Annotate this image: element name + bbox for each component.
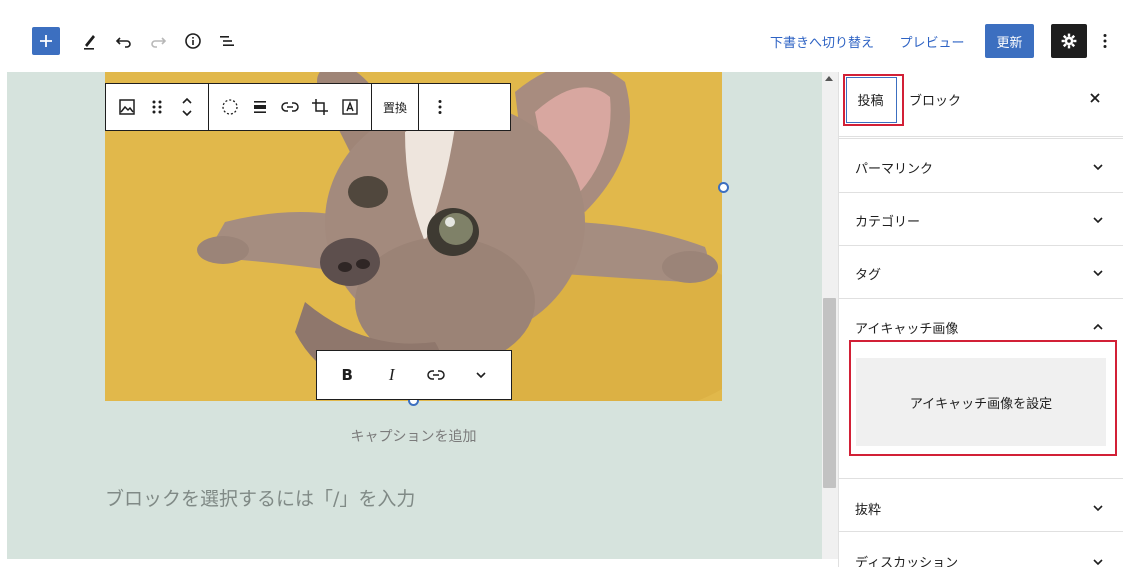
panel-divider (839, 136, 1123, 137)
panel-permalink[interactable]: パーマリンク (839, 138, 1123, 192)
block-type-button[interactable] (112, 84, 142, 130)
panel-excerpt-title: 抜粋 (855, 503, 882, 518)
crop-button[interactable] (305, 84, 335, 130)
caption-input[interactable]: キャプションを追加 (105, 426, 722, 446)
chevron-up-down-icon (182, 97, 192, 117)
settings-button[interactable] (1051, 24, 1087, 58)
chevron-down-icon (1093, 505, 1103, 512)
chevron-down-icon (1093, 270, 1103, 277)
duotone-button[interactable] (215, 84, 245, 130)
editor-header: 下書きへ切り替え プレビュー 更新 (0, 0, 1123, 72)
chevron-down-icon (1093, 217, 1103, 224)
set-featured-image-button[interactable]: アイキャッチ画像を設定 (856, 358, 1106, 446)
caption-format-toolbar: B I (316, 350, 512, 400)
panel-excerpt[interactable]: 抜粋 (839, 478, 1123, 531)
dashed-circle-icon (222, 99, 238, 115)
scroll-thumb[interactable] (823, 298, 836, 488)
close-sidebar-button[interactable] (1085, 86, 1105, 110)
scroll-up-arrow[interactable] (825, 76, 833, 81)
update-button[interactable]: 更新 (985, 24, 1034, 58)
caption-link-button[interactable] (418, 355, 454, 395)
vertical-ellipsis-icon (1103, 34, 1107, 48)
tab-post[interactable]: 投稿 (843, 74, 904, 126)
details-button[interactable] (179, 27, 207, 55)
link-icon (427, 370, 445, 380)
panel-discussion-title: ディスカッション (855, 556, 959, 567)
undo-button[interactable] (110, 27, 138, 55)
info-icon (185, 33, 201, 49)
switch-to-draft-button[interactable]: 下書きへ切り替え (768, 27, 876, 55)
block-mover-group (106, 84, 209, 130)
replace-group: 置換 (372, 84, 420, 130)
redo-icon (151, 37, 167, 48)
pencil-icon (84, 35, 95, 50)
bold-button[interactable]: B (329, 355, 365, 395)
panel-categories-title: カテゴリー (855, 215, 921, 230)
tab-block-label: ブロック (909, 93, 962, 109)
settings-sidebar: 投稿 ブロック パーマリンク カテゴリー タグ アイキャッチ画像 アイキャッチ画… (838, 72, 1123, 567)
link-icon (281, 102, 299, 112)
chevron-down-icon (1093, 559, 1103, 566)
chevron-down-icon (1093, 164, 1103, 171)
panel-categories[interactable]: カテゴリー (839, 192, 1123, 245)
preview-button[interactable]: プレビュー (896, 27, 968, 55)
text-over-image-button[interactable] (335, 84, 365, 130)
align-center-icon (254, 101, 266, 113)
replace-button[interactable]: 置換 (378, 84, 412, 130)
image-icon (119, 99, 135, 115)
drag-handle-icon (152, 100, 162, 114)
align-button[interactable] (245, 84, 275, 130)
more-group (419, 84, 461, 130)
canvas-scrollbar[interactable] (822, 72, 838, 559)
close-icon (1090, 93, 1100, 103)
block-appender[interactable]: ブロックを選択するには「/」を入力 (105, 484, 415, 511)
undo-icon (115, 37, 131, 48)
vertical-ellipsis-icon (438, 100, 442, 114)
plus-icon (40, 35, 52, 47)
add-block-button[interactable] (32, 27, 60, 55)
resize-handle-right[interactable] (718, 182, 729, 193)
gear-icon (1061, 33, 1077, 49)
panel-featured-image-title: アイキャッチ画像 (855, 322, 959, 337)
tab-post-label: 投稿 (857, 93, 884, 109)
tab-block[interactable]: ブロック (909, 78, 961, 120)
chevron-down-icon (476, 372, 486, 379)
crop-icon (312, 99, 328, 115)
more-formats-button[interactable] (463, 355, 499, 395)
panel-discussion[interactable]: ディスカッション (839, 531, 1123, 567)
panel-tags-title: タグ (855, 268, 882, 283)
editor-canvas[interactable]: 置換 B I キャプションを追加 ブロックを選択するには「/」を入力 (7, 72, 822, 559)
drag-handle[interactable] (142, 84, 172, 130)
chevron-up-icon (1093, 323, 1103, 330)
tools-button[interactable] (76, 27, 104, 55)
list-view-button[interactable] (213, 27, 241, 55)
panel-tags[interactable]: タグ (839, 245, 1123, 298)
redo-button[interactable] (144, 27, 172, 55)
image-block-toolbar: 置換 (105, 83, 511, 131)
italic-button[interactable]: I (374, 355, 410, 395)
text-over-image-icon (342, 99, 358, 115)
move-up-down-button[interactable] (172, 84, 202, 130)
list-view-icon (220, 36, 234, 46)
block-options-button[interactable] (425, 84, 455, 130)
insert-link-button[interactable] (275, 84, 305, 130)
options-button[interactable] (1094, 27, 1116, 55)
panel-permalink-title: パーマリンク (855, 162, 934, 177)
image-tools-group (209, 84, 372, 130)
